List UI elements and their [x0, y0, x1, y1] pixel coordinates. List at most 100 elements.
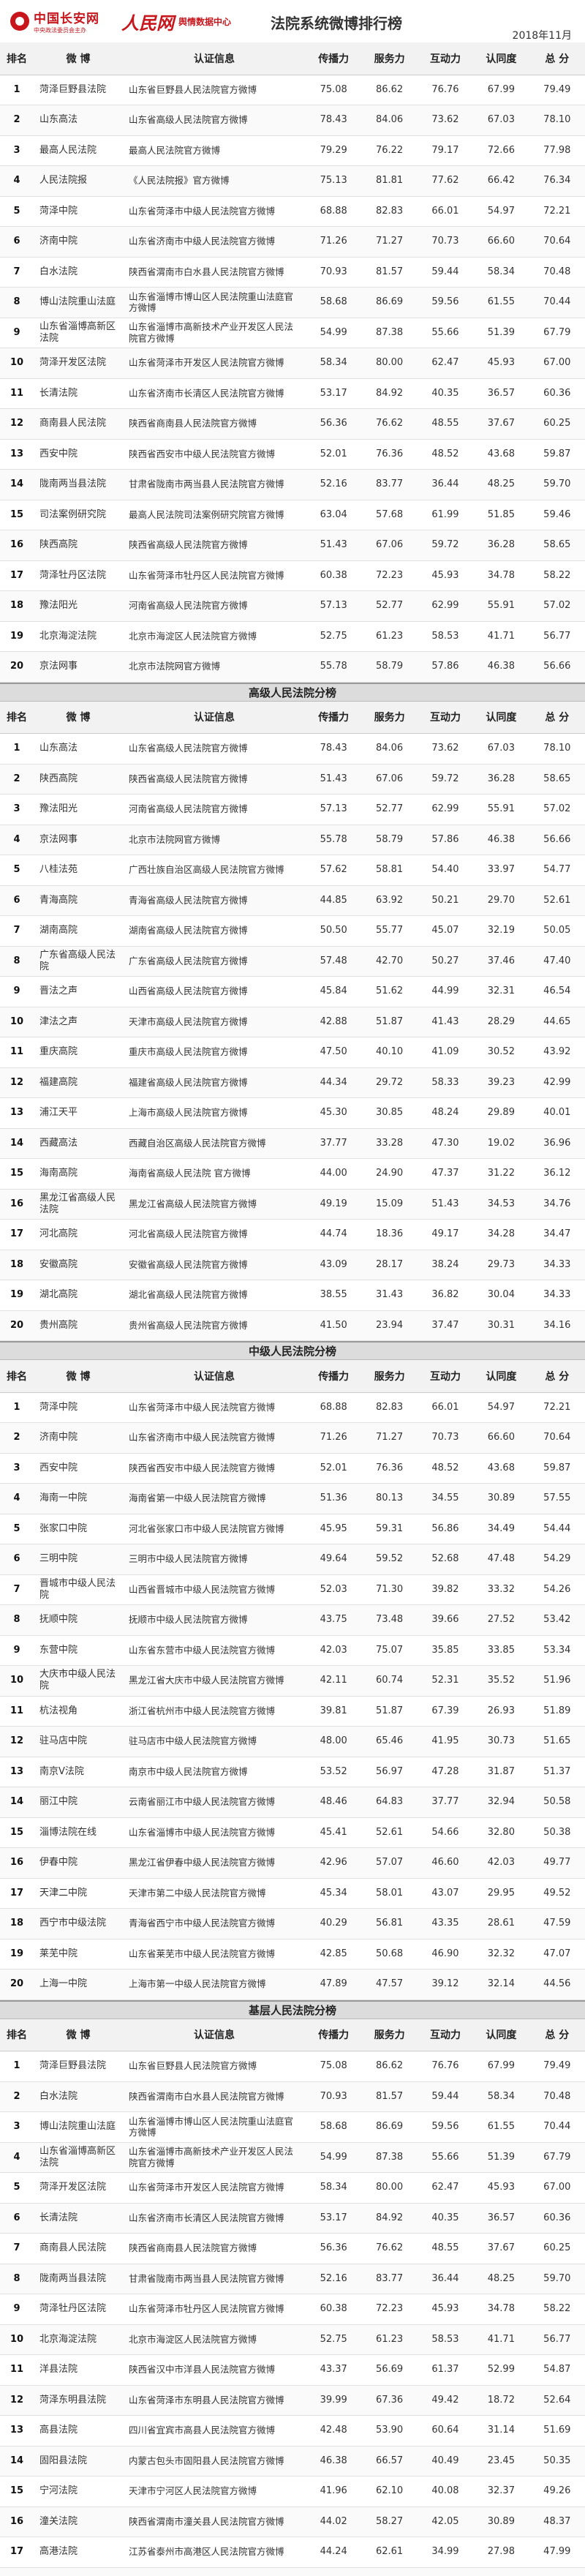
- table-row: 12 福建高院 福建省高级人民法院官方微博 44.34 29.72 58.33 39.23 4…: [0, 1067, 585, 1098]
- table-row: 11 杭法视角 浙江省杭州市中级人民法院官方微博 39.81 51.87 67.39 26.…: [0, 1696, 585, 1727]
- cell-cert: 安徽省高级人民法院官方微博: [123, 1250, 306, 1280]
- cell-approval: 33.85: [473, 1635, 529, 1666]
- cell-rank: 6: [0, 1544, 34, 1575]
- cell-cert: 驻马店市中级人民法院官方微博: [123, 1726, 306, 1757]
- cell-name: 长清法院: [34, 2203, 123, 2234]
- cell-interact: 70.73: [417, 1422, 474, 1454]
- column-header-spread: 传播力: [306, 701, 362, 734]
- cell-total: 56.66: [529, 651, 585, 683]
- cell-approval: 33.97: [473, 855, 529, 886]
- cell-interact: 57.86: [417, 651, 474, 683]
- cell-service: 51.62: [361, 976, 418, 1007]
- cell-total: 34.76: [529, 1189, 585, 1220]
- cell-cert: 陕西省高级人民法院官方微博: [123, 764, 306, 795]
- cell-interact: 37.47: [417, 1310, 474, 1341]
- cell-approval: 19.02: [473, 1128, 529, 1159]
- cell-service: 51.87: [361, 1696, 418, 1727]
- cell-rank: 8: [0, 287, 34, 318]
- table-row: 8 博山法院重山法庭 山东省淄博市博山区人民法院重山法庭官方微博 58.68 86.69…: [0, 287, 585, 318]
- cell-rank: 2: [0, 105, 34, 136]
- cell-rank: 16: [0, 1847, 34, 1879]
- cell-cert: 山东省高级人民法院官方微博: [123, 733, 306, 765]
- cell-cert: 陕西省商南县人民法院官方微博: [123, 408, 306, 440]
- cell-rank: 15: [0, 1158, 34, 1190]
- cell-interact: 59.72: [417, 764, 474, 795]
- cell-interact: 61.99: [417, 500, 474, 530]
- cell-spread: 79.29: [306, 135, 362, 166]
- table-row: 9 东营中院 山东省东营市中级人民法院官方微博 42.03 75.07 35.85 33.8…: [0, 1635, 585, 1666]
- cell-name: 白水法院: [34, 257, 123, 288]
- cell-interact: 52.31: [417, 1665, 474, 1697]
- cell-rank: 11: [0, 1037, 34, 1068]
- cell-rank: 7: [0, 257, 34, 288]
- cell-approval: 47.48: [473, 1544, 529, 1575]
- cell-cert: 河北省张家口市中级人民法院官方微博: [123, 1514, 306, 1544]
- section-title: 高级人民法院分榜: [0, 682, 585, 702]
- cell-name: 山东省淄博高新区法院: [34, 318, 123, 348]
- cell-name: 菏泽巨野县法院: [34, 75, 123, 105]
- cell-total: 50.05: [529, 915, 585, 947]
- cell-approval: 32.37: [473, 2476, 529, 2507]
- cell-spread: 45.34: [306, 1878, 362, 1909]
- cell-rank: 2: [0, 2081, 34, 2112]
- cell-approval: 32.31: [473, 976, 529, 1007]
- cell-spread: 44.24: [306, 2536, 362, 2568]
- cell-interact: 54.66: [417, 1817, 474, 1848]
- cell-total: 56.66: [529, 825, 585, 855]
- cell-service: 86.69: [361, 287, 418, 318]
- cell-total: 52.64: [529, 2385, 585, 2416]
- cell-approval: 30.31: [473, 1310, 529, 1341]
- cell-service: 81.57: [361, 257, 418, 288]
- cell-interact: 56.86: [417, 1514, 474, 1544]
- cell-interact: 54.40: [417, 855, 474, 886]
- column-header-spread: 传播力: [306, 2019, 362, 2051]
- table-row: 1 菏泽巨野县法院 山东省巨野县人民法院官方微博 75.08 86.62 76.76 67.…: [0, 2051, 585, 2082]
- cell-cert: 山东省菏泽市开发区人民法院官方微博: [123, 2172, 306, 2204]
- cell-approval: 27.98: [473, 2536, 529, 2568]
- cell-name: 高县法院: [34, 2415, 123, 2447]
- cell-cert: 陕西省宝鸡市渭滨区人民法院官方微博: [123, 2567, 306, 2576]
- cell-approval: 45.93: [473, 348, 529, 379]
- cell-approval: 45.93: [473, 2172, 529, 2204]
- cell-service: 86.69: [361, 2111, 418, 2143]
- cell-approval: 30.52: [473, 1037, 529, 1068]
- cell-service: 71.27: [361, 226, 418, 258]
- table-row: 17 高港法院 江苏省泰州市高港区人民法院官方微博 44.24 62.61 34.99 27…: [0, 2536, 585, 2568]
- cell-spread: 50.50: [306, 915, 362, 947]
- cell-rank: 19: [0, 1280, 34, 1311]
- table-row: 13 南京V法院 南京市中级人民法院官方微博 53.52 56.97 47.28 31.87…: [0, 1757, 585, 1787]
- cell-rank: 1: [0, 1392, 34, 1423]
- cell-spread: 44.34: [306, 1067, 362, 1098]
- cell-name: 潼关法院: [34, 2506, 123, 2537]
- cell-service: 82.83: [361, 1392, 418, 1423]
- cell-total: 54.87: [529, 2354, 585, 2386]
- cell-service: 18.36: [361, 1219, 418, 1250]
- column-header-approval: 认同度: [473, 701, 529, 734]
- cell-cert: 云南省丽江市中级人民法院官方微博: [123, 1787, 306, 1818]
- cell-spread: 39.81: [306, 1696, 362, 1727]
- table-row: 4 人民法院报 《人民法院报》官方微博 75.13 81.81 77.62 66.42 76.…: [0, 165, 585, 197]
- cell-service: 59.52: [361, 1544, 418, 1575]
- cell-service: 57.68: [361, 500, 418, 530]
- cell-interact: 79.17: [417, 135, 474, 166]
- cell-spread: 51.43: [306, 764, 362, 795]
- cell-service: 52.77: [361, 590, 418, 622]
- cell-interact: 40.08: [417, 2476, 474, 2507]
- cell-spread: 58.68: [306, 2111, 362, 2143]
- cell-approval: 51.85: [473, 500, 529, 530]
- cell-rank: 11: [0, 378, 34, 409]
- cell-interact: 44.99: [417, 976, 474, 1007]
- column-header-total: 总 分: [529, 2019, 585, 2051]
- cell-cert: 《人民法院报》官方微博: [123, 165, 306, 197]
- cell-interact: 49.17: [417, 1219, 474, 1250]
- cell-interact: 35.85: [417, 1635, 474, 1666]
- cell-rank: 18: [0, 1908, 34, 1939]
- table-row: 10 大庆市中级人民法院 黑龙江省大庆市中级人民法院官方微博 42.11 60.74 52…: [0, 1665, 585, 1697]
- cell-total: 70.48: [529, 2081, 585, 2112]
- peoplecn-logo-text: 人民网: [121, 12, 174, 34]
- cell-cert: 海南省第一中级人民法院官方微博: [123, 1483, 306, 1514]
- cell-service: 28.17: [361, 1250, 418, 1280]
- changan-logo-subtitle: 中央政法委员会主办: [34, 27, 86, 34]
- column-header-service: 服务力: [361, 42, 418, 75]
- cell-rank: 9: [0, 1635, 34, 1666]
